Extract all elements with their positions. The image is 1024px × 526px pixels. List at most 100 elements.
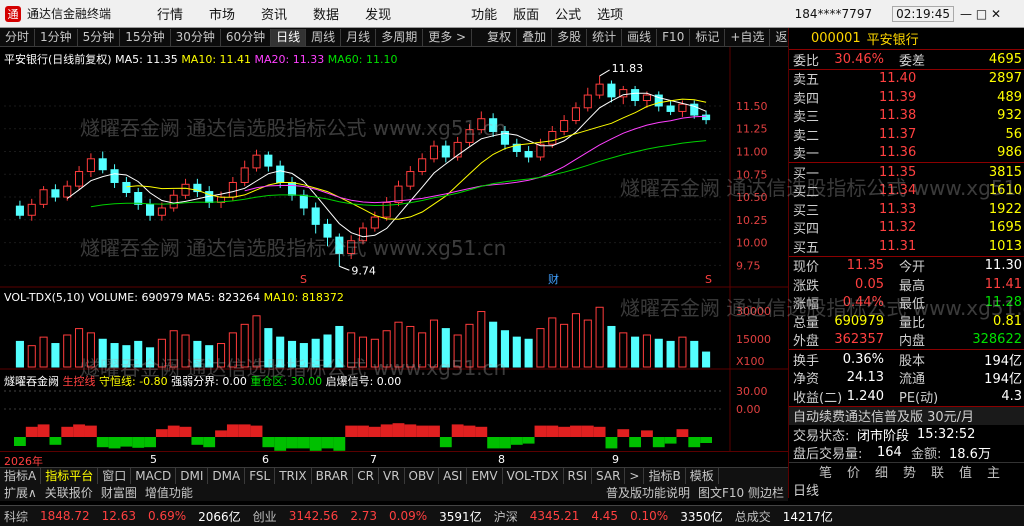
stats-button[interactable]: 统计: [587, 28, 623, 46]
tab-link[interactable]: 联: [931, 462, 944, 481]
period-tab[interactable]: 多周期: [376, 28, 424, 46]
indicator-bar: [167, 425, 180, 437]
tab-cr[interactable]: CR: [353, 468, 379, 484]
indicator-bar: [451, 424, 464, 437]
tab-obv[interactable]: OBV: [405, 468, 440, 484]
tab-vr[interactable]: VR: [379, 468, 405, 484]
tab-indicator-a[interactable]: 指标A: [0, 468, 42, 484]
more-button[interactable]: 更多 >: [423, 28, 473, 46]
period-tab-daily[interactable]: 日线: [271, 28, 307, 46]
period-tab[interactable]: 月线: [341, 28, 377, 46]
tab-detail[interactable]: 细: [875, 462, 888, 481]
tab-dmi[interactable]: DMI: [176, 468, 209, 484]
period-tab[interactable]: 30分钟: [171, 28, 221, 46]
period-tab[interactable]: 1分钟: [35, 28, 78, 46]
promo-row[interactable]: 自动续费通达信普及版 30元/月: [789, 406, 1024, 425]
value-added-button[interactable]: 增值功能: [141, 485, 197, 501]
tab-price[interactable]: 价: [847, 462, 860, 481]
tab-sar[interactable]: SAR: [592, 468, 626, 484]
window-controls[interactable]: — □ ✕: [960, 7, 1024, 21]
tab-fsl[interactable]: FSL: [245, 468, 276, 484]
tab-indicator-platform[interactable]: 指标平台: [41, 468, 99, 484]
tab-dma[interactable]: DMA: [208, 468, 246, 484]
menu-formula[interactable]: 公式: [555, 4, 581, 23]
index-name[interactable]: 科综: [4, 508, 28, 525]
ask-level[interactable]: 卖二 11.37 56: [789, 125, 1024, 144]
index-name[interactable]: 沪深: [494, 508, 518, 525]
candle-body: [98, 158, 107, 171]
volume-bar: [216, 343, 226, 368]
candle-body: [75, 171, 84, 187]
indicator-bar: [593, 426, 606, 437]
kline-chart[interactable]: 11.50 11.25 11.00 10.75 10.50 10.25 10.00 9.75 1…: [0, 47, 788, 451]
tab-template[interactable]: 模板: [686, 468, 719, 484]
tab-window[interactable]: 窗口: [98, 468, 132, 484]
mark-button[interactable]: 标记: [690, 28, 726, 46]
wealth-circle-button[interactable]: 财富圈: [97, 485, 141, 501]
bid-level-price: 11.32: [879, 220, 917, 236]
bid-level[interactable]: 买一 11.35 3815: [789, 163, 1024, 182]
period-tab[interactable]: 5分钟: [78, 28, 121, 46]
ask-level[interactable]: 卖三 11.38 932: [789, 107, 1024, 125]
secondary-menu: 功能 版面 公式 选项: [471, 4, 639, 23]
tab-next[interactable]: >: [625, 468, 645, 484]
trade-state-row: 交易状态: 闭市阶段 15:32:52: [789, 425, 1024, 444]
index-amount: 3591亿: [439, 509, 482, 524]
tab-asi[interactable]: ASI: [439, 468, 468, 484]
ask-level[interactable]: 卖四 11.39 489: [789, 88, 1024, 107]
y-tick-label: 10.25: [736, 214, 768, 227]
adjust-button[interactable]: 复权: [482, 28, 518, 46]
menu-function[interactable]: 功能: [471, 4, 497, 23]
bid-level[interactable]: 买二 11.34 1610: [789, 182, 1024, 201]
f10-button[interactable]: F10: [657, 28, 691, 46]
menu-layout[interactable]: 版面: [513, 4, 539, 23]
menu-market[interactable]: 市场: [209, 4, 235, 23]
draw-button[interactable]: 画线: [622, 28, 658, 46]
menu-data[interactable]: 数据: [313, 4, 339, 23]
tab-indicator-b[interactable]: 指标B: [644, 468, 686, 484]
tab-trend[interactable]: 势: [903, 462, 916, 481]
bid-level-label: 买二: [793, 185, 820, 201]
overlay-button[interactable]: 叠加: [517, 28, 553, 46]
amount-value: 18.6万: [949, 447, 991, 463]
candle-body: [122, 181, 131, 193]
promo-text[interactable]: 自动续费通达信普及版 30元/月: [793, 406, 974, 425]
menu-discover[interactable]: 发现: [365, 4, 391, 23]
indicator-bar: [641, 430, 653, 437]
multi-stock-button[interactable]: 多股: [552, 28, 588, 46]
related-quote-button[interactable]: 关联报价: [41, 485, 97, 501]
add-watchlist-button[interactable]: +自选: [725, 28, 771, 46]
feature-info-link[interactable]: 普及版功能说明: [602, 485, 694, 501]
index-name[interactable]: 创业: [253, 508, 277, 525]
bid-level[interactable]: 买四 11.32 1695: [789, 219, 1024, 237]
menu-options[interactable]: 选项: [597, 4, 623, 23]
tab-macd[interactable]: MACD: [131, 468, 177, 484]
period-tab[interactable]: 60分钟: [221, 28, 272, 46]
tab-emv[interactable]: EMV: [467, 468, 503, 484]
tab-rsi[interactable]: RSI: [564, 468, 593, 484]
tab-tick[interactable]: 笔: [819, 462, 832, 481]
price-stats: 现价 11.35 今开 11.30 涨跌 0.05 最高 11.41 涨幅 0.44% 最低 11.2…: [789, 257, 1024, 349]
expand-button[interactable]: 扩展∧: [0, 485, 41, 501]
tab-trix[interactable]: TRIX: [275, 468, 312, 484]
f10-sidebar-link[interactable]: 图文F10 侧边栏: [694, 485, 788, 501]
bid-level[interactable]: 买五 11.31 1013: [789, 237, 1024, 256]
period-tab[interactable]: 周线: [306, 28, 342, 46]
tab-value[interactable]: 值: [959, 462, 972, 481]
kline-chart-area[interactable]: 11.50 11.25 11.00 10.75 10.50 10.25 10.00 9.75 1…: [0, 47, 788, 451]
user-account[interactable]: 184****7797: [795, 7, 872, 21]
candle-body: [583, 94, 592, 109]
period-tab[interactable]: 15分钟: [120, 28, 171, 46]
ask-level[interactable]: 卖五 11.40 2897: [789, 70, 1024, 88]
menu-news[interactable]: 资讯: [261, 4, 287, 23]
main-chart-title: 平安银行(日线前复权): [4, 53, 112, 66]
candle-body: [323, 223, 332, 238]
tab-brar[interactable]: BRAR: [312, 468, 354, 484]
ask-level[interactable]: 卖一 11.36 986: [789, 144, 1024, 162]
volume-bar: [489, 321, 498, 368]
period-tab[interactable]: 分时: [0, 28, 36, 46]
bid-level[interactable]: 买三 11.33 1922: [789, 200, 1024, 219]
tab-main[interactable]: 主: [987, 462, 1000, 481]
tab-vol-tdx[interactable]: VOL-TDX: [503, 468, 564, 484]
menu-quotes[interactable]: 行情: [157, 4, 183, 23]
